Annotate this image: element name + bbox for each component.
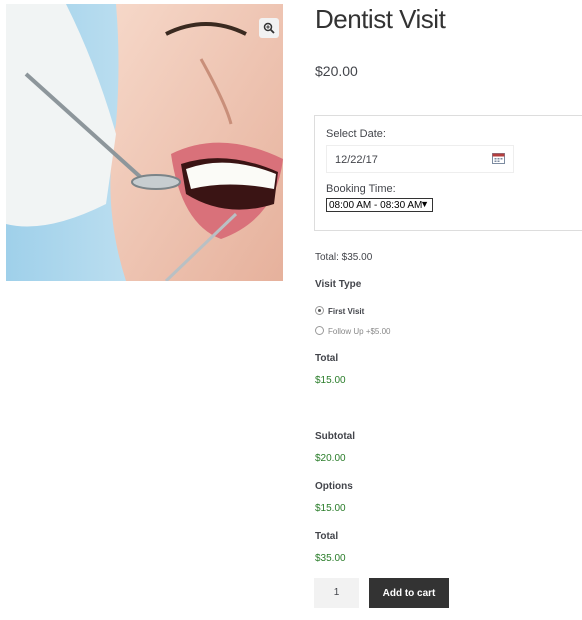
dropdown-arrow-icon: ▼ (420, 199, 429, 209)
date-value: 12/22/17 (335, 154, 378, 166)
zoom-button[interactable] (259, 18, 279, 38)
total-line: Total: $35.00 (315, 252, 373, 263)
grand-total-label: Total (315, 531, 339, 542)
options-label: Options (315, 481, 353, 492)
radio-button-selected[interactable] (315, 306, 324, 316)
product-title: Dentist Visit (315, 4, 446, 34)
dental-photo (6, 4, 283, 281)
product-image[interactable] (6, 4, 283, 281)
booking-time-label: Booking Time: (326, 183, 396, 195)
option-label: First Visit (328, 307, 365, 316)
booking-time-value: 08:00 AM - 08:30 AM (329, 200, 423, 211)
grand-total-value: $35.00 (315, 553, 346, 564)
options-total-heading: Total (315, 353, 339, 364)
subtotal-value: $20.00 (315, 453, 346, 464)
magnifier-plus-icon (263, 22, 275, 34)
date-input[interactable]: 12/22/17 (326, 145, 514, 173)
product-price: $20.00 (315, 63, 358, 79)
option-first-visit[interactable]: First Visit (315, 306, 365, 316)
calendar-icon[interactable] (492, 153, 505, 164)
option-follow-up[interactable]: Follow Up +$5.00 (315, 326, 391, 336)
option-extra-price: +$5.00 (365, 327, 391, 336)
radio-button[interactable] (315, 326, 324, 336)
select-date-label: Select Date: (326, 128, 386, 140)
add-to-cart-button[interactable]: Add to cart (369, 578, 449, 608)
visit-type-heading: Visit Type (315, 279, 362, 290)
booking-form: Select Date: 12/22/17 Booking Time: 08:0… (314, 115, 582, 231)
options-total-value: $15.00 (315, 375, 346, 386)
quantity-input[interactable]: 1 (314, 578, 359, 608)
booking-time-select[interactable]: 08:00 AM - 08:30 AM ▼ (326, 198, 433, 212)
option-label: Follow Up (328, 327, 364, 336)
subtotal-label: Subtotal (315, 431, 355, 442)
options-value: $15.00 (315, 503, 346, 514)
